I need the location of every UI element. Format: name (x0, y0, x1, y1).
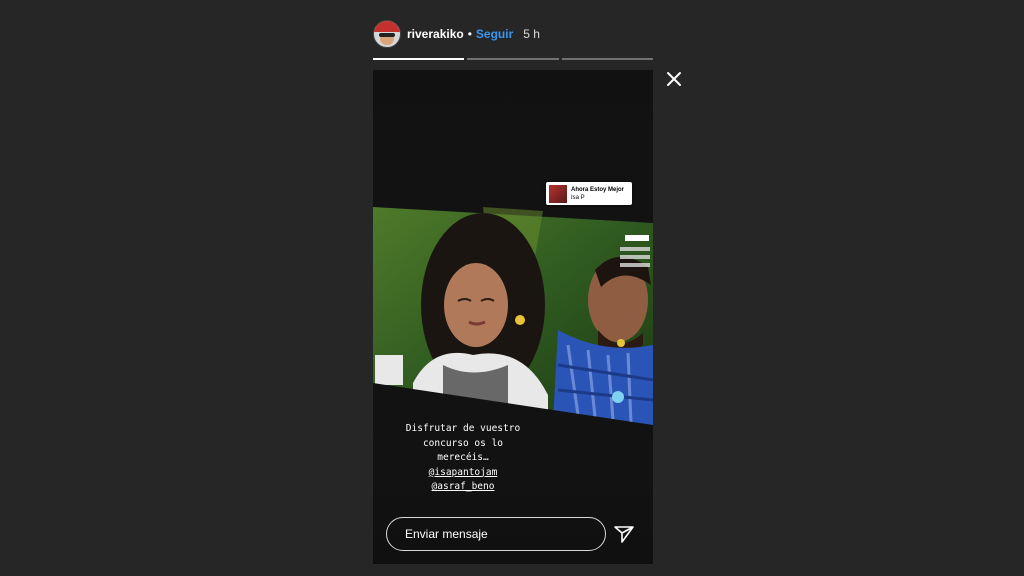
story-progress (373, 58, 653, 60)
progress-segment (467, 58, 559, 60)
story-caption: Disfrutar de vuestro concurso os lo mere… (398, 422, 528, 495)
timestamp: 5 h (523, 27, 540, 41)
send-icon[interactable] (613, 523, 635, 545)
progress-segment (561, 58, 653, 60)
story-frame[interactable]: Ahora Estoy Mejor Isa P Disfrutar de vue… (373, 70, 653, 564)
music-title: Ahora Estoy Mejor (571, 186, 625, 193)
message-input[interactable] (403, 526, 597, 542)
caption-text: Disfrutar de vuestro concurso os lo mere… (405, 423, 521, 463)
username[interactable]: riverakiko (407, 27, 464, 41)
story-header: riverakiko • Seguir 5 h (373, 20, 540, 48)
mention-link[interactable]: @asraf_beno (398, 480, 528, 495)
close-icon[interactable] (663, 68, 685, 90)
mention-link[interactable]: @isapantojam (398, 466, 528, 481)
tv-screen-photo (373, 207, 653, 435)
separator-dot: • (467, 27, 472, 41)
reply-box[interactable] (386, 517, 606, 551)
album-thumbnail (549, 184, 567, 203)
music-sticker[interactable]: Ahora Estoy Mejor Isa P (546, 182, 632, 205)
progress-segment (373, 58, 465, 60)
follow-button[interactable]: Seguir (476, 27, 513, 41)
progress-fill (373, 58, 465, 60)
music-artist: Isa P (571, 194, 585, 201)
avatar[interactable] (373, 20, 401, 48)
